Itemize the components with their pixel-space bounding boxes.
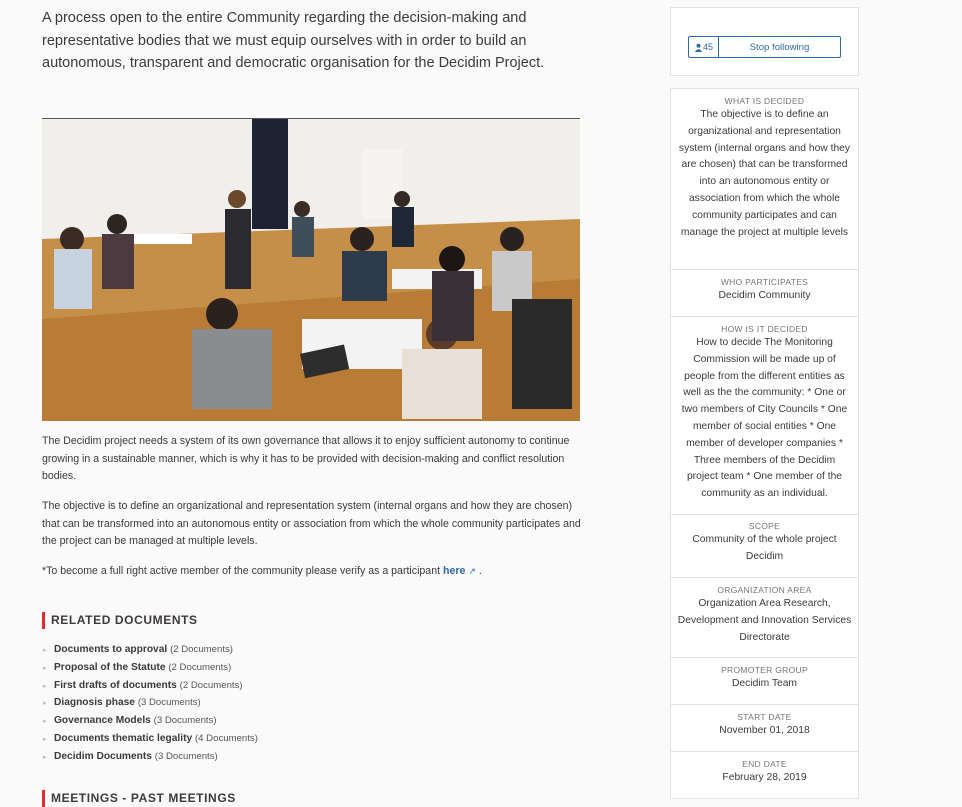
- paragraph: The objective is to define an organizati…: [42, 500, 581, 547]
- meta-organization-area: ORGANIZATION AREA Organization Area Rese…: [671, 577, 858, 646]
- process-description: A process open to the entire Community r…: [42, 10, 545, 71]
- document-count: (4 Documents): [194, 732, 258, 744]
- bullet-icon: ▸: [43, 647, 47, 654]
- meta-who-participates: WHO PARTICIPATES Decidim Community: [671, 269, 858, 305]
- bullet-icon: ▸: [43, 682, 47, 690]
- meta-value: November 01, 2018: [719, 725, 810, 736]
- bullet-icon: ▸: [43, 664, 47, 672]
- list-item[interactable]: ▸ Documents to approval (2 Documents): [43, 642, 258, 660]
- related-documents-list: ▸ Documents to approval (2 Documents) ▸ Pr…: [43, 642, 258, 767]
- meta-value: Decidim Community: [718, 290, 811, 301]
- bullet-icon: ▸: [43, 718, 47, 726]
- list-item[interactable]: ▸ Decidim Documents (3 Documents): [43, 749, 258, 767]
- meta-label: WHO PARTICIPATES: [720, 277, 809, 287]
- meta-what-is-decided: WHAT IS DECIDED The objective is to defi…: [671, 96, 858, 241]
- meta-label: PROMOTER GROUP: [721, 665, 808, 675]
- list-item[interactable]: ▸ Proposal of the Statute (2 Documents): [43, 660, 258, 678]
- document-folder-link[interactable]: First drafts of documents: [54, 680, 177, 691]
- document-folder-link[interactable]: Documents thematic legality: [54, 733, 192, 744]
- document-count: (2 Documents): [168, 661, 232, 673]
- list-item[interactable]: ▸ First drafts of documents (2 Documents): [43, 678, 258, 696]
- follow-button[interactable]: 45 Stop following: [688, 36, 841, 58]
- verify-note: *To become a full right active member of…: [42, 563, 587, 581]
- verify-suffix: .: [475, 565, 482, 577]
- list-item[interactable]: ▸ Governance Models (3 Documents): [43, 713, 258, 731]
- external-link-icon: ↗: [468, 566, 476, 576]
- verify-link[interactable]: here: [443, 565, 465, 577]
- verify-text: *To become a full right active member of…: [42, 565, 443, 577]
- document-count: (2 Documents): [170, 644, 233, 655]
- meta-label: WHAT IS DECIDED: [724, 96, 805, 106]
- meta-value: February 28, 2019: [722, 772, 807, 783]
- bullet-icon: ▸: [43, 735, 47, 743]
- meta-value: How to decide The Monitoring Commission …: [681, 337, 848, 500]
- meta-how-is-it-decided: HOW IS IT DECIDED How to decide The Moni…: [671, 316, 858, 503]
- meta-label: SCOPE: [748, 521, 781, 531]
- meta-label: ORGANIZATION AREA: [717, 585, 812, 595]
- followers-count: 45: [689, 37, 719, 57]
- meta-value: The objective is to define an organizati…: [678, 109, 851, 238]
- document-folder-link[interactable]: Documents to approval: [54, 644, 167, 655]
- meta-value: Community of the whole project Decidim: [692, 534, 837, 562]
- meta-label: START DATE: [737, 712, 792, 722]
- hero-image: [42, 118, 580, 421]
- meta-label: END DATE: [742, 759, 787, 769]
- paragraph: The Decidim project needs a system of it…: [42, 435, 570, 482]
- meta-value: Decidim Team: [731, 678, 798, 689]
- document-count: (3 Documents): [137, 697, 201, 709]
- document-folder-link[interactable]: Diagnosis phase: [54, 697, 135, 708]
- document-folder-link[interactable]: Governance Models: [54, 715, 151, 726]
- document-count: (3 Documents): [153, 715, 217, 727]
- document-folder-link[interactable]: Decidim Documents: [54, 751, 152, 762]
- list-item[interactable]: ▸ Diagnosis phase (3 Documents): [43, 695, 258, 713]
- followers-number: 45: [702, 42, 713, 52]
- meta-promoter-group: PROMOTER GROUP Decidim Team: [671, 657, 858, 693]
- document-count: (3 Documents): [154, 750, 218, 762]
- meta-scope: SCOPE Community of the whole project Dec…: [671, 514, 858, 566]
- meta-value: Organization Area Research, Development …: [677, 598, 852, 643]
- document-count: (2 Documents): [179, 679, 243, 691]
- list-item[interactable]: ▸ Documents thematic legality (4 Document…: [43, 731, 258, 749]
- meta-label: HOW IS IT DECIDED: [721, 324, 808, 334]
- bullet-icon: ▸: [43, 753, 47, 761]
- meta-start-date: START DATE November 01, 2018: [671, 704, 858, 740]
- related-documents-title: RELATED DOCUMENTS: [42, 612, 198, 629]
- workshop-photo: [42, 119, 580, 421]
- document-folder-link[interactable]: Proposal of the Statute: [54, 662, 166, 673]
- stop-following-label: Stop following: [749, 41, 810, 53]
- process-metadata-card: WHAT IS DECIDED The objective is to defi…: [670, 88, 859, 799]
- follow-card: 45 Stop following: [670, 7, 859, 76]
- bullet-icon: ▸: [43, 700, 47, 708]
- users-icon: [694, 43, 703, 52]
- meta-end-date: END DATE February 28, 2019: [671, 751, 858, 787]
